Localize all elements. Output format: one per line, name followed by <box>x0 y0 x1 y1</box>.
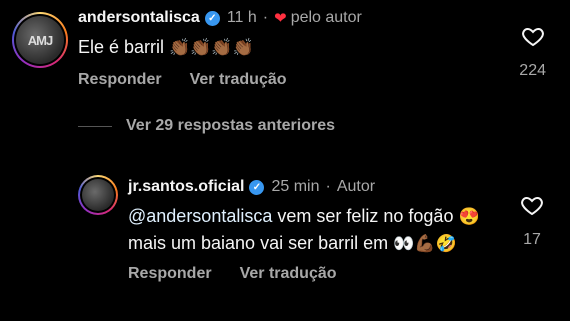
author-tag: Autor <box>336 178 376 195</box>
avatar[interactable] <box>78 175 118 215</box>
like-button[interactable]: 17 <box>520 193 544 249</box>
separator-dot: · <box>325 178 331 195</box>
view-replies-label[interactable]: Ver 29 respostas anteriores <box>126 117 335 135</box>
avatar-image: AMJ <box>16 16 64 64</box>
comment-text-part1: vem ser feliz no fogão <box>272 206 459 226</box>
view-previous-replies[interactable]: Ver 29 respostas anteriores <box>78 113 418 139</box>
like-count: 224 <box>519 62 546 79</box>
mention-link[interactable]: @andersontalisca <box>128 206 272 226</box>
comment-jr-santos-oficial: jr.santos.oficial ✓ 25 min · Autor @ande… <box>78 175 562 315</box>
comment-text-body: Ele é barril <box>78 37 165 57</box>
clap-emojis: 👏🏾👏🏾👏🏾👏🏾 <box>169 38 254 57</box>
username[interactable]: andersontalisca <box>78 9 200 27</box>
translate-button[interactable]: Ver tradução <box>240 265 337 283</box>
like-button[interactable]: 224 <box>519 24 546 80</box>
comment-andersontalisca: AMJ andersontalisca ✓ 11 h · ❤ pelo auto… <box>12 6 562 94</box>
avatar-image <box>82 179 114 211</box>
heart-filled-icon: ❤ <box>274 10 287 27</box>
comment-text: Ele é barril 👏🏾👏🏾👏🏾👏🏾 <box>78 34 498 61</box>
reaction-emojis: 👀💪🏾🤣 <box>393 234 457 253</box>
heart-eyes-emoji: 😍 <box>458 207 480 226</box>
timestamp: 25 min <box>271 178 320 195</box>
username[interactable]: jr.santos.oficial <box>128 178 244 196</box>
translate-button[interactable]: Ver tradução <box>190 71 287 89</box>
heart-outline-icon[interactable] <box>521 24 545 48</box>
verified-badge-icon: ✓ <box>204 10 220 26</box>
avatar[interactable]: AMJ <box>12 12 68 68</box>
reply-button[interactable]: Responder <box>78 71 162 89</box>
divider-line <box>78 125 112 127</box>
comment-text-part2: mais um baiano vai ser barril em <box>128 233 394 253</box>
verified-badge-icon: ✓ <box>249 179 265 195</box>
timestamp: 11 h <box>226 9 257 26</box>
comment-text: @andersontalisca vem ser feliz no fogão … <box>128 203 498 257</box>
separator-dot: · <box>262 9 269 26</box>
like-count: 17 <box>523 231 541 248</box>
heart-outline-icon[interactable] <box>520 193 544 217</box>
reply-button[interactable]: Responder <box>128 265 212 283</box>
liked-by-author: pelo autor <box>290 9 362 26</box>
